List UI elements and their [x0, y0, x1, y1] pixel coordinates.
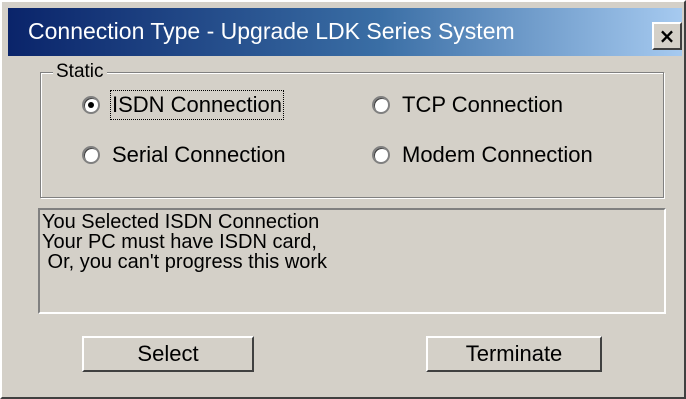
connection-type-dialog: Connection Type - Upgrade LDK Series Sys…: [0, 0, 686, 399]
radio-label-isdn: ISDN Connection: [110, 90, 284, 120]
close-button[interactable]: ×: [652, 22, 682, 50]
radio-button-icon[interactable]: [82, 146, 100, 164]
radio-label-modem: Modem Connection: [402, 142, 593, 167]
radio-label-tcp: TCP Connection: [402, 92, 564, 117]
terminate-button[interactable]: Terminate: [426, 336, 602, 372]
connection-type-group: Static: [40, 61, 664, 198]
window-title: Connection Type - Upgrade LDK Series Sys…: [28, 18, 515, 44]
radio-serial-connection[interactable]: Serial Connection: [82, 142, 286, 168]
radio-isdn-connection[interactable]: ISDN Connection: [82, 90, 284, 120]
radio-modem-connection[interactable]: Modem Connection: [372, 142, 593, 168]
message-line: Your PC must have ISDN card,: [42, 231, 317, 253]
radio-label-serial: Serial Connection: [112, 142, 286, 167]
close-icon: ×: [658, 24, 676, 48]
title-bar[interactable]: Connection Type - Upgrade LDK Series Sys…: [8, 8, 682, 56]
group-label: Static: [53, 61, 107, 83]
radio-button-icon[interactable]: [82, 96, 100, 114]
radio-button-icon[interactable]: [372, 96, 390, 114]
select-button[interactable]: Select: [82, 336, 254, 372]
status-message-box: You Selected ISDN Connection Your PC mus…: [38, 208, 666, 314]
message-line: You Selected ISDN Connection: [42, 211, 320, 233]
message-line: Or, you can't progress this work: [42, 251, 328, 273]
radio-button-icon[interactable]: [372, 146, 390, 164]
radio-tcp-connection[interactable]: TCP Connection: [372, 92, 563, 118]
